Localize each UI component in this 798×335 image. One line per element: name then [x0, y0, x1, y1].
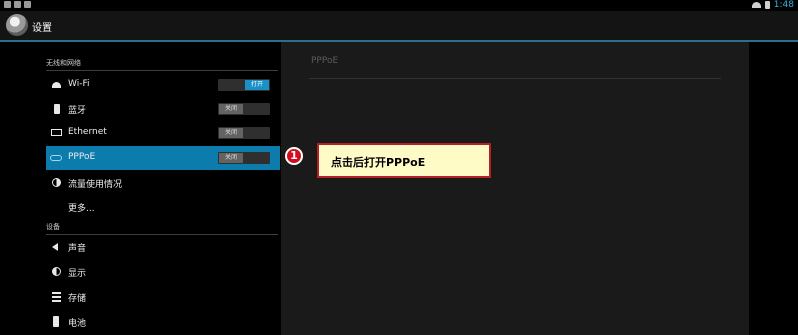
- annotation-text: 点击后打开PPPoE: [331, 156, 426, 169]
- wifi-signal-icon: [751, 2, 761, 8]
- pppoe-toggle[interactable]: 关闭: [218, 152, 270, 164]
- settings-item-label: 存储: [68, 294, 87, 304]
- status-icons: 1:48: [751, 0, 794, 10]
- data-usage-icon: [52, 178, 61, 187]
- settings-item-pppoe[interactable]: PPPoE 关闭: [46, 146, 280, 170]
- wifi-icon: [52, 82, 61, 88]
- sound-icon: [52, 243, 58, 251]
- ethernet-toggle[interactable]: 关闭: [218, 127, 270, 139]
- section-header-wireless: 无线和网络: [46, 56, 278, 71]
- detail-header: PPPoE: [311, 56, 339, 66]
- detail-pane: PPPoE: [281, 42, 749, 335]
- settings-item-label: 更多...: [68, 204, 95, 214]
- usb-icon: [14, 1, 21, 8]
- pppoe-icon: [50, 155, 62, 161]
- storage-icon: [52, 292, 61, 302]
- settings-app-icon[interactable]: [6, 14, 28, 36]
- settings-item-battery[interactable]: 电池: [46, 310, 280, 334]
- settings-item-label: 蓝牙: [68, 106, 87, 116]
- step-number-badge: 1: [285, 147, 303, 165]
- annotation-callout: 点击后打开PPPoE: [317, 143, 491, 178]
- toggle-label: 打开: [245, 80, 269, 90]
- settings-item-storage[interactable]: 存储: [46, 285, 280, 309]
- settings-item-ethernet[interactable]: Ethernet 关闭: [46, 121, 280, 145]
- settings-item-more[interactable]: 更多...: [46, 195, 280, 219]
- toggle-label: 关闭: [219, 104, 243, 114]
- action-bar: 设置: [0, 11, 798, 42]
- bluetooth-toggle[interactable]: 关闭: [218, 103, 270, 115]
- settings-item-label: 流量使用情况: [68, 180, 123, 190]
- battery-icon: [53, 316, 59, 327]
- divider: [309, 78, 721, 79]
- battery-status-icon: [764, 1, 770, 9]
- settings-item-wifi[interactable]: Wi-Fi 打开: [46, 73, 280, 97]
- display-icon: [52, 267, 61, 276]
- settings-item-label: Wi-Fi: [68, 79, 90, 89]
- settings-list: 无线和网络 Wi-Fi 打开 蓝牙 关闭 Ethernet 关闭 PPPoE 关…: [0, 42, 280, 335]
- section-header-device: 设备: [46, 220, 278, 235]
- settings-item-label: 声音: [68, 244, 87, 254]
- settings-item-bluetooth[interactable]: 蓝牙 关闭: [46, 97, 280, 121]
- settings-item-label: PPPoE: [68, 152, 96, 162]
- warning-icon: [4, 1, 11, 8]
- bluetooth-icon: [54, 104, 60, 114]
- settings-item-label: 电池: [68, 319, 87, 329]
- status-bar: 1:48: [0, 0, 798, 11]
- wifi-toggle[interactable]: 打开: [218, 79, 270, 91]
- toggle-label: 关闭: [219, 128, 243, 138]
- toggle-label: 关闭: [219, 153, 243, 163]
- clock: 1:48: [773, 0, 794, 10]
- settings-item-label: 显示: [68, 269, 87, 279]
- settings-item-label: Ethernet: [68, 127, 107, 137]
- page-title: 设置: [32, 23, 52, 34]
- settings-item-sound[interactable]: 声音: [46, 235, 280, 259]
- ethernet-icon: [51, 129, 62, 136]
- notification-icons: [4, 1, 31, 8]
- settings-item-display[interactable]: 显示: [46, 260, 280, 284]
- settings-item-data-usage[interactable]: 流量使用情况: [46, 171, 280, 195]
- image-icon: [24, 1, 31, 8]
